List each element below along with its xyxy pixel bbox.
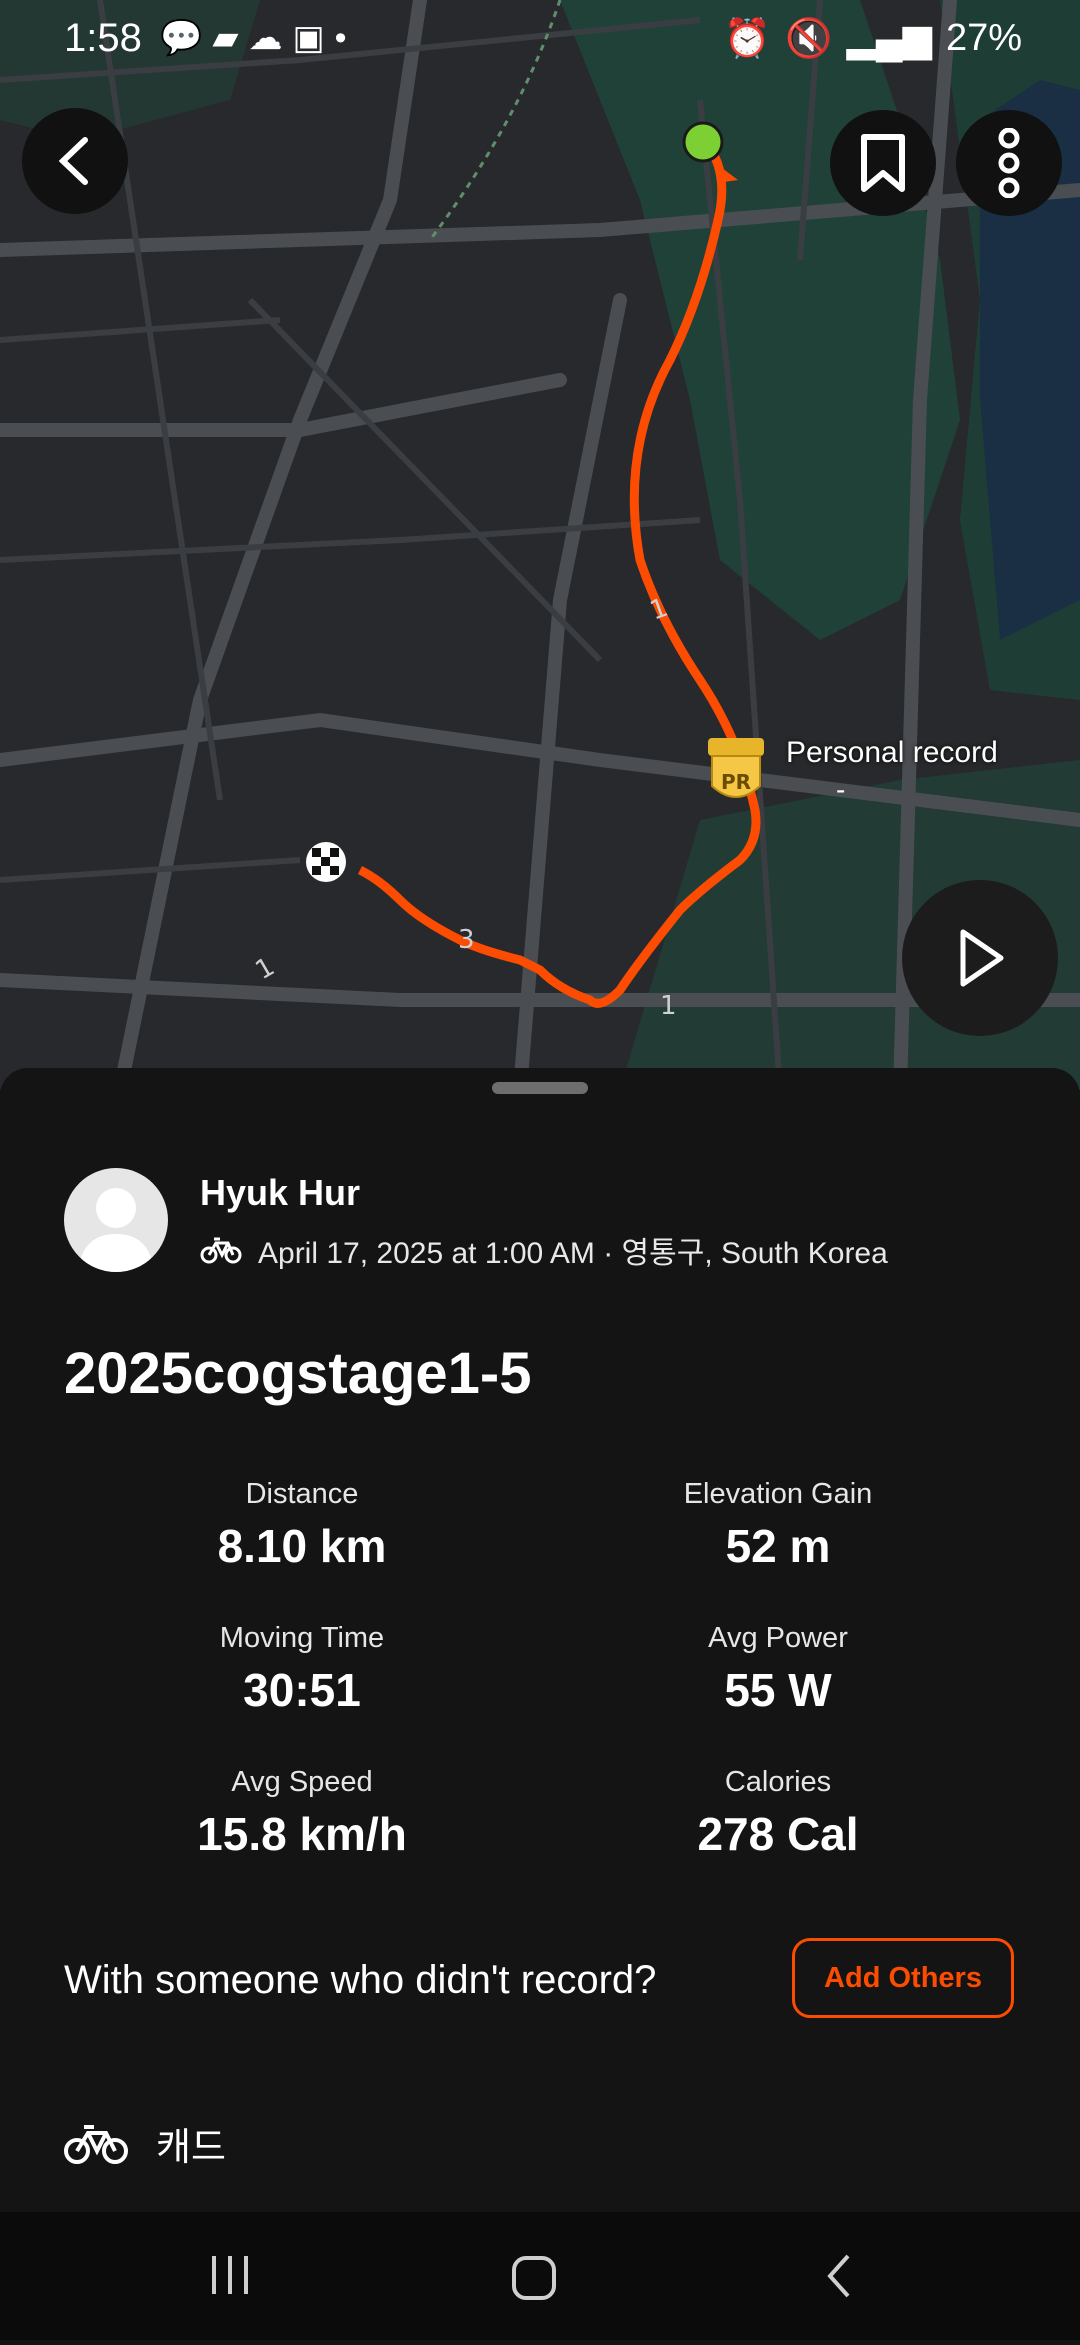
signal-icon: ▂▄▆ bbox=[846, 18, 932, 60]
recent-apps-button[interactable] bbox=[212, 2256, 248, 2294]
play-icon bbox=[960, 929, 1004, 987]
user-silhouette-icon bbox=[78, 1188, 154, 1272]
dot-icon: • bbox=[334, 19, 357, 57]
chevron-left-icon bbox=[58, 137, 88, 185]
stat-value: 52 m bbox=[725, 1520, 831, 1572]
km-marker-1c: 1 bbox=[660, 991, 677, 1021]
mute-icon: 🔇 bbox=[785, 17, 833, 60]
status-bar: 1:58 💬▰☁▣• ⏰ 🔇 ▂▄▆ 27% bbox=[0, 0, 1080, 84]
activity-title: 2025cogstage1-5 bbox=[64, 1341, 532, 1406]
stat-label: Elevation Gain bbox=[683, 1478, 873, 1510]
stat-label: Calories bbox=[724, 1766, 832, 1798]
athlete-name[interactable]: Hyuk Hur bbox=[200, 1172, 360, 1214]
bookmark-button[interactable] bbox=[830, 110, 936, 216]
notification-icons: 💬▰☁▣• bbox=[160, 18, 357, 58]
stat-value: 55 W bbox=[724, 1664, 832, 1716]
more-vertical-icon bbox=[998, 128, 1020, 198]
back-button[interactable] bbox=[22, 108, 128, 214]
play-flyover-button[interactable] bbox=[902, 880, 1058, 1036]
stat-avg-power: Avg Power 55 W bbox=[568, 1622, 988, 1717]
stat-label: Moving Time bbox=[219, 1622, 385, 1654]
stat-moving-time: Moving Time 30:51 bbox=[92, 1622, 512, 1717]
stat-label: Avg Power bbox=[708, 1622, 848, 1654]
activity-date-location: April 17, 2025 at 1:00 AM · 영통구, South K… bbox=[258, 1237, 888, 1270]
stat-label: Avg Speed bbox=[231, 1766, 373, 1798]
stat-elevation-gain: Elevation Gain 52 m bbox=[568, 1478, 988, 1573]
bookmark-icon bbox=[861, 134, 905, 192]
stat-label: Distance bbox=[245, 1478, 359, 1510]
stat-value: 15.8 km/h bbox=[197, 1808, 407, 1860]
stat-distance: Distance 8.10 km bbox=[92, 1478, 512, 1573]
gear-row[interactable]: 캐드 bbox=[64, 2116, 226, 2171]
stat-calories: Calories 278 Cal bbox=[568, 1766, 988, 1861]
activity-sheet: Hyuk Hur April 17, 2025 at 1:00 AM · 영통구… bbox=[0, 1068, 1080, 2212]
stat-value: 278 Cal bbox=[697, 1808, 859, 1860]
route-map[interactable]: 1 3 1 1 PR Personal record - 1:58 💬▰☁▣• … bbox=[0, 0, 1080, 1090]
sheet-handle[interactable] bbox=[492, 1082, 588, 1094]
avatar[interactable] bbox=[64, 1168, 168, 1272]
alarm-icon: ⏰ bbox=[723, 17, 772, 60]
image-icon: ▣ bbox=[292, 19, 335, 57]
svg-text:PR: PR bbox=[721, 770, 751, 794]
km-marker-3: 3 bbox=[458, 925, 475, 955]
stat-value: 30:51 bbox=[243, 1664, 361, 1716]
status-time: 1:58 bbox=[64, 16, 142, 60]
stat-value: 8.10 km bbox=[217, 1520, 387, 1572]
activity-meta: April 17, 2025 at 1:00 AM · 영통구, South K… bbox=[200, 1228, 888, 1272]
home-button[interactable] bbox=[512, 2256, 556, 2300]
pr-label: Personal record bbox=[786, 736, 998, 769]
more-options-button[interactable] bbox=[956, 110, 1062, 216]
status-right: ⏰ 🔇 ▂▄▆ 27% bbox=[724, 16, 1022, 61]
feather-icon: ▰ bbox=[212, 19, 249, 57]
system-nav-bar bbox=[0, 2212, 1080, 2340]
battery-text: 27% bbox=[945, 17, 1022, 59]
pr-badge-icon: PR bbox=[708, 738, 764, 798]
bike-icon bbox=[64, 2124, 128, 2164]
system-back-button[interactable] bbox=[827, 2254, 850, 2298]
chat-icon: ☁ bbox=[248, 19, 293, 57]
add-others-button[interactable]: Add Others bbox=[792, 1938, 1014, 2018]
stat-avg-speed: Avg Speed 15.8 km/h bbox=[92, 1766, 512, 1861]
talk-icon: 💬 bbox=[160, 19, 213, 57]
bike-icon bbox=[200, 1237, 242, 1264]
pr-sub: - bbox=[836, 774, 846, 805]
gear-name: 캐드 bbox=[156, 2127, 226, 2169]
with-others-prompt: With someone who didn't record? bbox=[64, 1958, 657, 2002]
